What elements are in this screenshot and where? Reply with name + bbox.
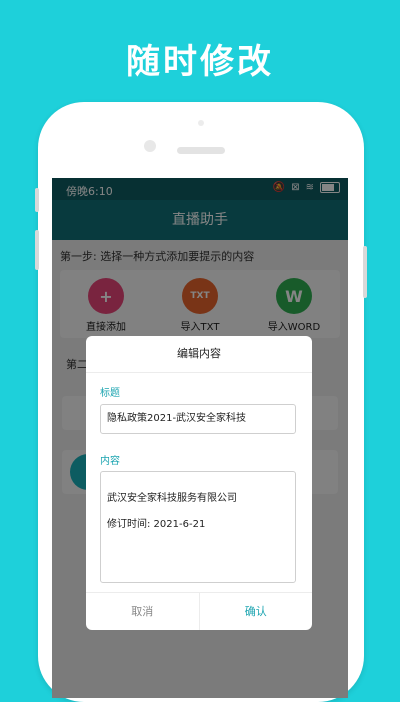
edit-content-dialog: 编辑内容 标题 隐私政策2021-武汉安全家科技 内容 武汉安全家科技服务有限公… <box>86 336 312 630</box>
content-line: 修订时间: 2021-6-21 <box>107 519 206 530</box>
phone-speaker <box>177 147 225 154</box>
dialog-button-row: 取消 确认 <box>86 592 312 630</box>
title-input[interactable]: 隐私政策2021-武汉安全家科技 <box>100 404 296 434</box>
app-screen: 傍晚6:10 🔕 ⊠ ≋ 直播助手 第一步: 选择一种方式添加要提示的内容 + … <box>52 178 348 698</box>
dialog-title: 编辑内容 <box>86 336 312 373</box>
phone-side-button <box>35 188 39 212</box>
phone-power-button <box>363 246 367 298</box>
phone-camera <box>144 140 156 152</box>
content-textarea[interactable]: 武汉安全家科技服务有限公司 修订时间: 2021-6-21 <box>100 471 296 583</box>
title-field-label: 标题 <box>100 388 120 399</box>
content-field-label: 内容 <box>100 456 120 467</box>
confirm-button[interactable]: 确认 <box>200 593 313 630</box>
cancel-button[interactable]: 取消 <box>86 593 200 630</box>
content-line: 武汉安全家科技服务有限公司 <box>107 493 237 504</box>
promo-headline: 随时修改 <box>126 42 274 82</box>
phone-frame: 傍晚6:10 🔕 ⊠ ≋ 直播助手 第一步: 选择一种方式添加要提示的内容 + … <box>35 102 367 702</box>
phone-sensor <box>198 120 204 126</box>
phone-volume-button <box>35 230 39 270</box>
